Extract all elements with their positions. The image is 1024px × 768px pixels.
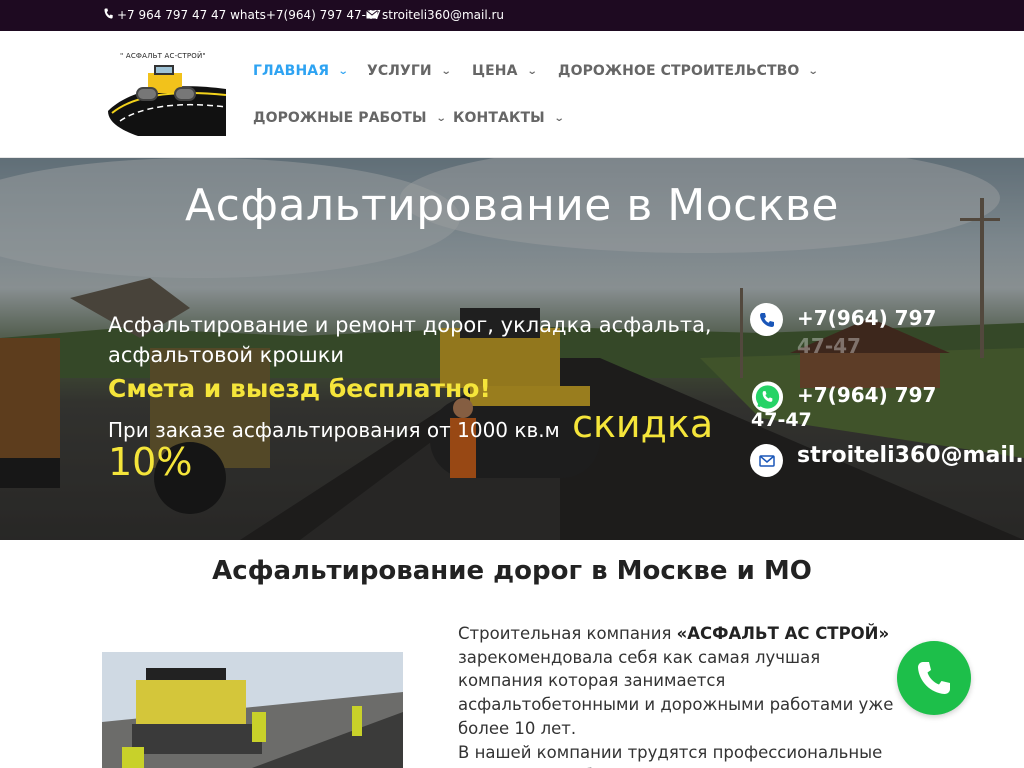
paver-photo <box>102 652 403 768</box>
about-line1: зарекомендовала себя как самая лучшая ко… <box>458 647 894 738</box>
nav-contacts[interactable]: КОНТАКТЫ ⌄ <box>453 110 565 126</box>
discount-text: При заказе асфальтирования от 1000 кв.м <box>108 418 560 442</box>
logo-caption: " АСФАЛЬТ АС-СТРОЙ" <box>120 52 206 60</box>
floating-call-button[interactable] <box>897 641 971 715</box>
hero-free-estimate: Смета и выезд бесплатно! <box>108 374 491 403</box>
topbar-email[interactable]: stroiteli360@mail.ru <box>366 8 504 22</box>
nav-services[interactable]: УСЛУГИ ⌄ <box>367 63 452 79</box>
hero-discount: При заказе асфальтирования от 1000 кв.м … <box>108 405 718 484</box>
phone-icon <box>104 8 113 22</box>
chevron-down-icon: ⌄ <box>808 65 820 77</box>
hero-title: Асфальтирование в Москве <box>185 180 839 231</box>
nav-road-works[interactable]: ДОРОЖНЫЕ РАБОТЫ ⌄ <box>253 110 447 126</box>
paver-image <box>102 652 403 768</box>
site-header: " АСФАЛЬТ АС-СТРОЙ" ГЛАВНАЯ ⌄ УСЛУГИ ⌄ Ц… <box>0 31 1024 158</box>
hero-email[interactable]: stroiteli360@mail.ru <box>797 443 1024 468</box>
chevron-down-icon: ⌄ <box>440 65 452 77</box>
nav-label: ГЛАВНАЯ <box>253 63 330 79</box>
chevron-down-icon: ⌄ <box>526 65 538 77</box>
chevron-down-icon: ⌄ <box>337 65 349 77</box>
discount-value: 10% <box>108 440 193 484</box>
hero-phone-1-tail: 47-47 <box>797 334 861 358</box>
phone-icon <box>918 662 950 694</box>
nav-label: КОНТАКТЫ <box>453 110 545 126</box>
logo-image <box>108 65 227 136</box>
envelope-icon <box>366 8 378 22</box>
nav-label: ЦЕНА <box>472 63 518 79</box>
section-title: Асфальтирование дорог в Москве и МО <box>212 556 812 586</box>
top-bar: +7 964 797 47 47 whats+7(964) 797 47-47 … <box>0 0 1024 31</box>
discount-word: скидка <box>572 402 714 446</box>
envelope-icon <box>758 454 775 467</box>
email-circle[interactable] <box>750 444 783 477</box>
nav-label: ДОРОЖНЫЕ РАБОТЫ <box>253 110 427 126</box>
hero-banner: Асфальтирование в Москве Асфальтирование… <box>0 158 1024 540</box>
hero-phone-1[interactable]: +7(964) 797 <box>797 306 936 330</box>
nav-home[interactable]: ГЛАВНАЯ ⌄ <box>253 63 349 79</box>
topbar-phone[interactable]: +7 964 797 47 47 whats+7(964) 797 47-47 <box>104 8 381 22</box>
phone-circle[interactable] <box>750 303 783 336</box>
hero-phone-2b[interactable]: 47-47 <box>751 409 812 431</box>
topbar-email-text: stroiteli360@mail.ru <box>382 8 505 22</box>
about-company: «АСФАЛЬТ АС СТРОЙ» <box>676 624 890 643</box>
about-text: Строительная компания «АСФАЛЬТ АС СТРОЙ»… <box>458 622 898 768</box>
nav-price[interactable]: ЦЕНА ⌄ <box>472 63 538 79</box>
nav-label: ДОРОЖНОЕ СТРОИТЕЛЬСТВО <box>558 63 800 79</box>
hero-phone-1-text: +7(964) 797 <box>797 306 937 330</box>
chevron-down-icon: ⌄ <box>553 112 565 124</box>
phone-icon <box>759 312 774 327</box>
topbar-phone-text: +7 964 797 47 47 whats+7(964) 797 47-47 <box>117 8 382 22</box>
nav-road-construction[interactable]: ДОРОЖНОЕ СТРОИТЕЛЬСТВО ⌄ <box>558 63 820 79</box>
hero-phone-2a[interactable]: +7(964) 797 <box>797 383 936 407</box>
logo[interactable] <box>108 51 227 136</box>
chevron-down-icon: ⌄ <box>435 112 447 124</box>
nav-label: УСЛУГИ <box>367 63 432 79</box>
hero-subtitle: Асфальтирование и ремонт дорог, укладка … <box>108 313 712 367</box>
about-line2: В нашей компании трудятся профессиональн… <box>458 742 883 768</box>
about-prefix: Строительная компания <box>458 624 677 643</box>
